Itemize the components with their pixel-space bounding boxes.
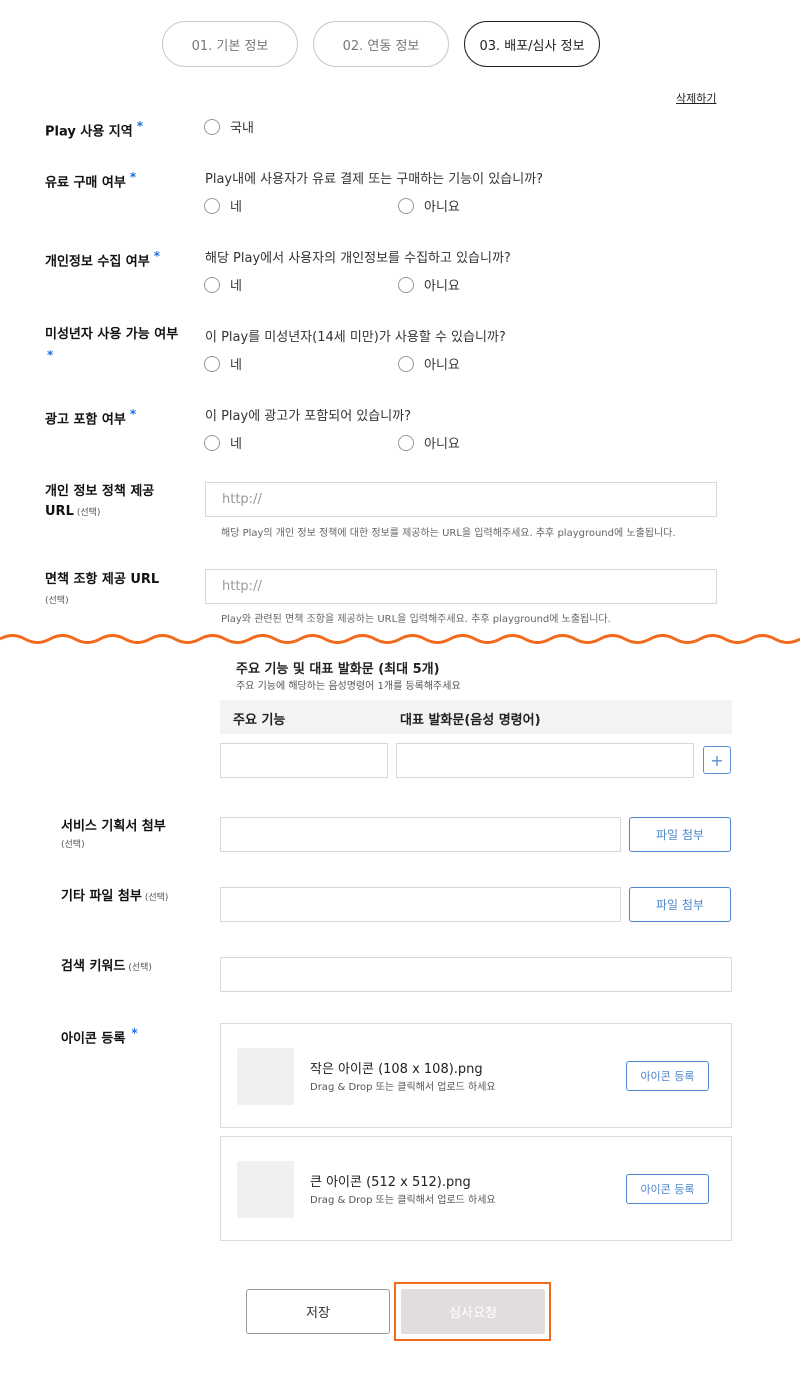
delete-link[interactable]: 삭제하기 — [676, 90, 716, 106]
col-utterance: 대표 발화문(음성 명령어) — [400, 713, 541, 728]
features-table-header: 주요 기능 대표 발화문(음성 명령어) — [220, 700, 732, 734]
paid-question: Play내에 사용자가 유료 결제 또는 구매하는 기능이 있습니까? — [205, 172, 544, 187]
privacy-question: 해당 Play에서 사용자의 개인정보를 수집하고 있습니까? — [205, 251, 511, 266]
submit-review-button[interactable]: 심사요청 — [401, 1289, 545, 1334]
service-plan-input[interactable] — [220, 817, 621, 852]
save-button[interactable]: 저장 — [246, 1289, 390, 1334]
region-domestic-radio[interactable]: 국내 — [204, 117, 254, 136]
large-icon-name: 큰 아이콘 (512 x 512).png — [310, 1175, 471, 1190]
keyword-label: 검색 키워드 (선택) — [61, 959, 152, 974]
radio-circle-icon — [398, 197, 414, 214]
required-mark: * — [131, 1026, 138, 1040]
disclaimer-url-label: 면책 조항 제공 URL (선택) — [45, 572, 160, 606]
features-title: 주요 기능 및 대표 발화문 (최대 5개) — [236, 662, 440, 677]
service-plan-attach-button[interactable]: 파일 첨부 — [629, 817, 731, 852]
required-mark: * — [47, 348, 54, 362]
image-placeholder-icon — [237, 1161, 294, 1218]
disclaimer-url-help: Play와 관련된 면책 조항을 제공하는 URL을 입력해주세요. 추후 pl… — [221, 614, 611, 625]
step-tab-integration-info[interactable]: 02. 연동 정보 — [313, 21, 449, 67]
large-icon-dropzone[interactable]: 큰 아이콘 (512 x 512).png Drag & Drop 또는 클릭해… — [220, 1136, 732, 1241]
radio-circle-icon — [398, 355, 414, 372]
features-subtitle: 주요 기능에 해당하는 음성명령어 1개를 등록해주세요 — [236, 681, 461, 692]
privacy-url-help: 해당 Play의 개인 정보 정책에 대한 정보를 제공하는 URL을 입력해주… — [221, 528, 676, 539]
keyword-input[interactable] — [220, 957, 732, 992]
privacy-no-radio[interactable]: 아니요 — [398, 275, 460, 294]
privacy-label: 개인정보 수집 여부 * — [45, 249, 161, 270]
minor-yes-radio[interactable]: 네 — [204, 354, 242, 373]
step-tab-basic-info[interactable]: 01. 기본 정보 — [162, 21, 298, 67]
disclaimer-url-input[interactable]: http:// — [205, 569, 717, 604]
large-icon-hint: Drag & Drop 또는 클릭해서 업로드 하세요 — [310, 1195, 496, 1206]
radio-circle-icon — [204, 118, 220, 135]
radio-circle-icon — [204, 434, 220, 451]
ads-no-radio[interactable]: 아니요 — [398, 433, 460, 452]
icon-label: 아이콘 등록 * — [61, 1026, 138, 1047]
add-feature-button[interactable]: + — [703, 746, 731, 774]
minor-no-radio[interactable]: 아니요 — [398, 354, 460, 373]
radio-circle-icon — [204, 355, 220, 372]
minor-label: 미성년자 사용 가능 여부 * — [45, 327, 179, 362]
other-file-input[interactable] — [220, 887, 621, 922]
required-mark: * — [129, 407, 137, 421]
radio-circle-icon — [398, 276, 414, 293]
radio-circle-icon — [204, 197, 220, 214]
privacy-yes-radio[interactable]: 네 — [204, 275, 242, 294]
feature-input[interactable] — [220, 743, 388, 778]
radio-circle-icon — [398, 434, 414, 451]
other-file-attach-button[interactable]: 파일 첨부 — [629, 887, 731, 922]
small-icon-hint: Drag & Drop 또는 클릭해서 업로드 하세요 — [310, 1082, 496, 1093]
privacy-url-input[interactable]: http:// — [205, 482, 717, 517]
paid-label: 유료 구매 여부 * — [45, 170, 137, 191]
minor-question: 이 Play를 미성년자(14세 미만)가 사용할 수 있습니까? — [205, 330, 506, 345]
ads-question: 이 Play에 광고가 포함되어 있습니까? — [205, 409, 412, 424]
paid-yes-radio[interactable]: 네 — [204, 196, 242, 215]
region-label: Play 사용 지역 * — [45, 119, 144, 140]
privacy-url-label: 개인 정보 정책 제공 URL (선택) — [45, 484, 155, 519]
other-file-label: 기타 파일 첨부 (선택) — [61, 889, 169, 904]
small-icon-dropzone[interactable]: 작은 아이콘 (108 x 108).png Drag & Drop 또는 클릭… — [220, 1023, 732, 1128]
ads-label: 광고 포함 여부 * — [45, 407, 137, 428]
utterance-input[interactable] — [396, 743, 694, 778]
wave-divider — [0, 634, 800, 644]
col-feature: 주요 기능 — [233, 713, 286, 728]
ads-yes-radio[interactable]: 네 — [204, 433, 242, 452]
service-plan-label: 서비스 기획서 첨부 (선택) — [61, 819, 166, 850]
large-icon-register-button[interactable]: 아이콘 등록 — [626, 1174, 709, 1204]
small-icon-name: 작은 아이콘 (108 x 108).png — [310, 1062, 483, 1077]
radio-circle-icon — [204, 276, 220, 293]
required-mark: * — [129, 170, 137, 184]
small-icon-register-button[interactable]: 아이콘 등록 — [626, 1061, 709, 1091]
image-placeholder-icon — [237, 1048, 294, 1105]
required-mark: * — [136, 119, 144, 133]
required-mark: * — [153, 249, 161, 263]
paid-no-radio[interactable]: 아니요 — [398, 196, 460, 215]
step-tab-deploy-review-info[interactable]: 03. 배포/심사 정보 — [464, 21, 600, 67]
